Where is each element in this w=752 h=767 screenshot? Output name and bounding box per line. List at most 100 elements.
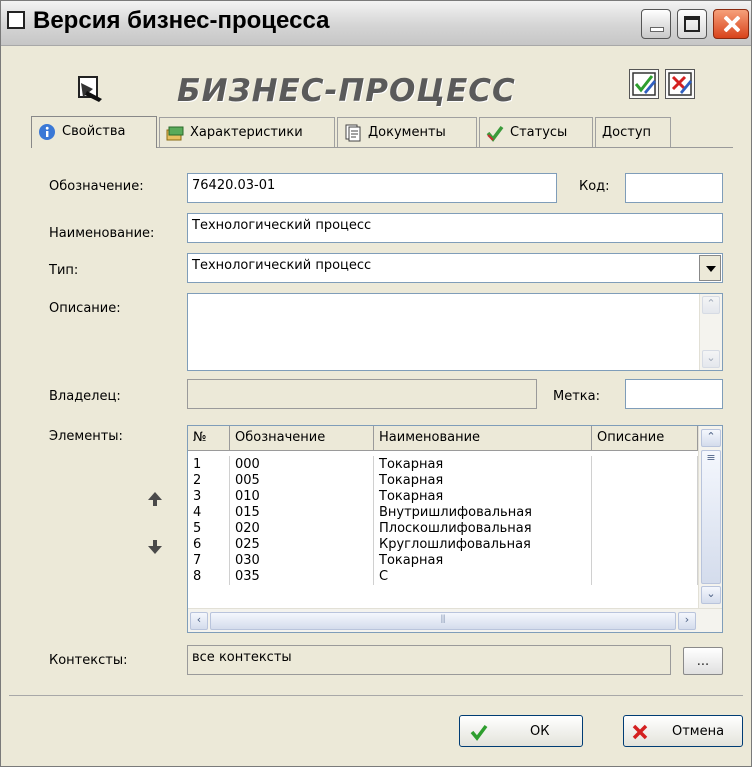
contexts-label: Контексты: <box>49 653 128 668</box>
scroll-down-icon[interactable]: ⌄ <box>702 350 720 368</box>
x-icon <box>632 724 648 740</box>
contexts-field: все контексты <box>187 645 671 675</box>
separator <box>9 695 743 696</box>
table-row[interactable]: 7 030 Токарная <box>188 552 698 569</box>
header-title: БИЗНЕС-ПРОЦЕСС <box>177 73 516 109</box>
table-row[interactable]: 6 025 Круглошлифовальная <box>188 536 698 553</box>
table-cell: 035 <box>230 568 374 585</box>
edit-cancel-button[interactable] <box>665 69 695 99</box>
scroll-left-icon[interactable]: ‹ <box>190 612 208 630</box>
tab-properties[interactable]: Свойства <box>31 116 157 148</box>
table-row[interactable]: 4 015 Внутришлифовальная <box>188 504 698 521</box>
edit-check-button[interactable] <box>629 69 659 99</box>
cancel-button[interactable]: Отмена <box>623 715 743 747</box>
checkmark-icon <box>486 125 504 142</box>
scroll-up-icon[interactable]: ⌃ <box>702 296 720 314</box>
table-vertical-scrollbar[interactable]: ⌃ ≡ ⌄ <box>698 426 722 608</box>
table-cell: 8 <box>188 568 230 585</box>
move-up-icon[interactable] <box>147 491 163 507</box>
name-label: Наименование: <box>49 226 155 241</box>
tab-label: Документы <box>368 125 446 140</box>
owner-field <box>187 379 537 409</box>
type-label: Тип: <box>49 263 79 278</box>
scroll-thumb[interactable]: ⦀ <box>210 612 676 630</box>
elements-label: Элементы: <box>49 429 123 444</box>
scroll-down-icon[interactable]: ⌄ <box>701 586 721 604</box>
table-cell: С <box>374 568 592 585</box>
edit-cancel-icon <box>668 72 692 96</box>
elements-table[interactable]: № Обозначение Наименование Описание 1 000… <box>187 425 723 633</box>
table-cell <box>592 536 698 553</box>
window-title: Версия бизнес-процесса <box>33 7 330 34</box>
cancel-button-label: Отмена <box>672 724 725 739</box>
description-scrollbar[interactable]: ⌃ ⌄ <box>699 294 722 370</box>
table-row[interactable]: 3 010 Токарная <box>188 488 698 505</box>
table-header: № Обозначение Наименование Описание <box>188 426 698 451</box>
column-header[interactable]: Наименование <box>374 426 592 450</box>
code-field[interactable] <box>625 173 723 203</box>
table-cell: 000 <box>230 456 374 473</box>
table-cell: 020 <box>230 520 374 537</box>
dropdown-arrow-icon[interactable] <box>699 255 721 281</box>
description-field[interactable]: ⌃ ⌄ <box>187 293 723 371</box>
table-cell: Токарная <box>374 472 592 489</box>
contexts-browse-button[interactable]: ... <box>683 647 723 675</box>
document-icon <box>345 124 361 142</box>
minimize-button[interactable] <box>641 9 671 39</box>
scroll-thumb[interactable]: ≡ <box>701 450 721 584</box>
move-down-icon[interactable] <box>147 539 163 555</box>
title-bar[interactable]: Версия бизнес-процесса <box>1 1 751 46</box>
ok-button[interactable]: ОК <box>459 715 583 747</box>
table-row[interactable]: 5 020 Плоскошлифовальная <box>188 520 698 537</box>
table-cell: 6 <box>188 536 230 553</box>
table-cell: 030 <box>230 552 374 569</box>
table-cell: 4 <box>188 504 230 521</box>
tab-label: Доступ <box>602 125 652 140</box>
description-label: Описание: <box>49 301 121 316</box>
designation-field[interactable]: 76420.03-01 <box>187 173 557 203</box>
tab-characteristics[interactable]: Характеристики <box>159 117 335 147</box>
table-horizontal-scrollbar[interactable]: ‹ ⦀ › <box>188 608 722 632</box>
table-cell <box>592 456 698 473</box>
type-select-value: Технологический процесс <box>192 258 372 273</box>
table-cell: 1 <box>188 456 230 473</box>
code-label: Код: <box>579 179 610 194</box>
column-header[interactable]: Описание <box>592 426 698 450</box>
table-cell: 010 <box>230 488 374 505</box>
table-cell: Токарная <box>374 552 592 569</box>
table-cell: 2 <box>188 472 230 489</box>
tab-statuses[interactable]: Статусы <box>479 117 593 147</box>
column-header[interactable]: № <box>188 426 230 450</box>
table-cell <box>592 488 698 505</box>
table-cell: Круглошлифовальная <box>374 536 592 553</box>
table-cell <box>592 552 698 569</box>
type-select[interactable]: Технологический процесс <box>187 253 723 283</box>
table-row[interactable]: 2 005 Токарная <box>188 472 698 489</box>
table-cell: Токарная <box>374 488 592 505</box>
tag-field[interactable] <box>625 379 723 409</box>
table-cell: 005 <box>230 472 374 489</box>
edit-check-icon <box>632 72 656 96</box>
dialog-window: Версия бизнес-процесса БИЗНЕС-ПРОЦЕСС Св <box>0 0 752 767</box>
table-cell: 025 <box>230 536 374 553</box>
ok-button-label: ОК <box>530 724 550 739</box>
table-row[interactable]: 1 000 Токарная <box>188 456 698 473</box>
table-cell <box>592 504 698 521</box>
tab-documents[interactable]: Документы <box>337 117 477 147</box>
scroll-up-icon[interactable]: ⌃ <box>701 429 721 447</box>
name-field[interactable]: Технологический процесс <box>187 213 723 243</box>
table-row[interactable]: 8 035 С <box>188 568 698 585</box>
table-cell: 3 <box>188 488 230 505</box>
window-icon[interactable] <box>7 11 25 29</box>
close-button[interactable] <box>713 9 749 39</box>
tab-access[interactable]: Доступ <box>595 117 671 147</box>
scroll-right-icon[interactable]: › <box>678 612 696 630</box>
designation-label: Обозначение: <box>49 179 144 194</box>
info-icon <box>39 124 55 140</box>
table-cell: 015 <box>230 504 374 521</box>
table-cell: Токарная <box>374 456 592 473</box>
column-header[interactable]: Обозначение <box>230 426 374 450</box>
tag-icon <box>166 126 184 141</box>
maximize-button[interactable] <box>677 9 707 39</box>
tab-label: Статусы <box>510 125 568 140</box>
